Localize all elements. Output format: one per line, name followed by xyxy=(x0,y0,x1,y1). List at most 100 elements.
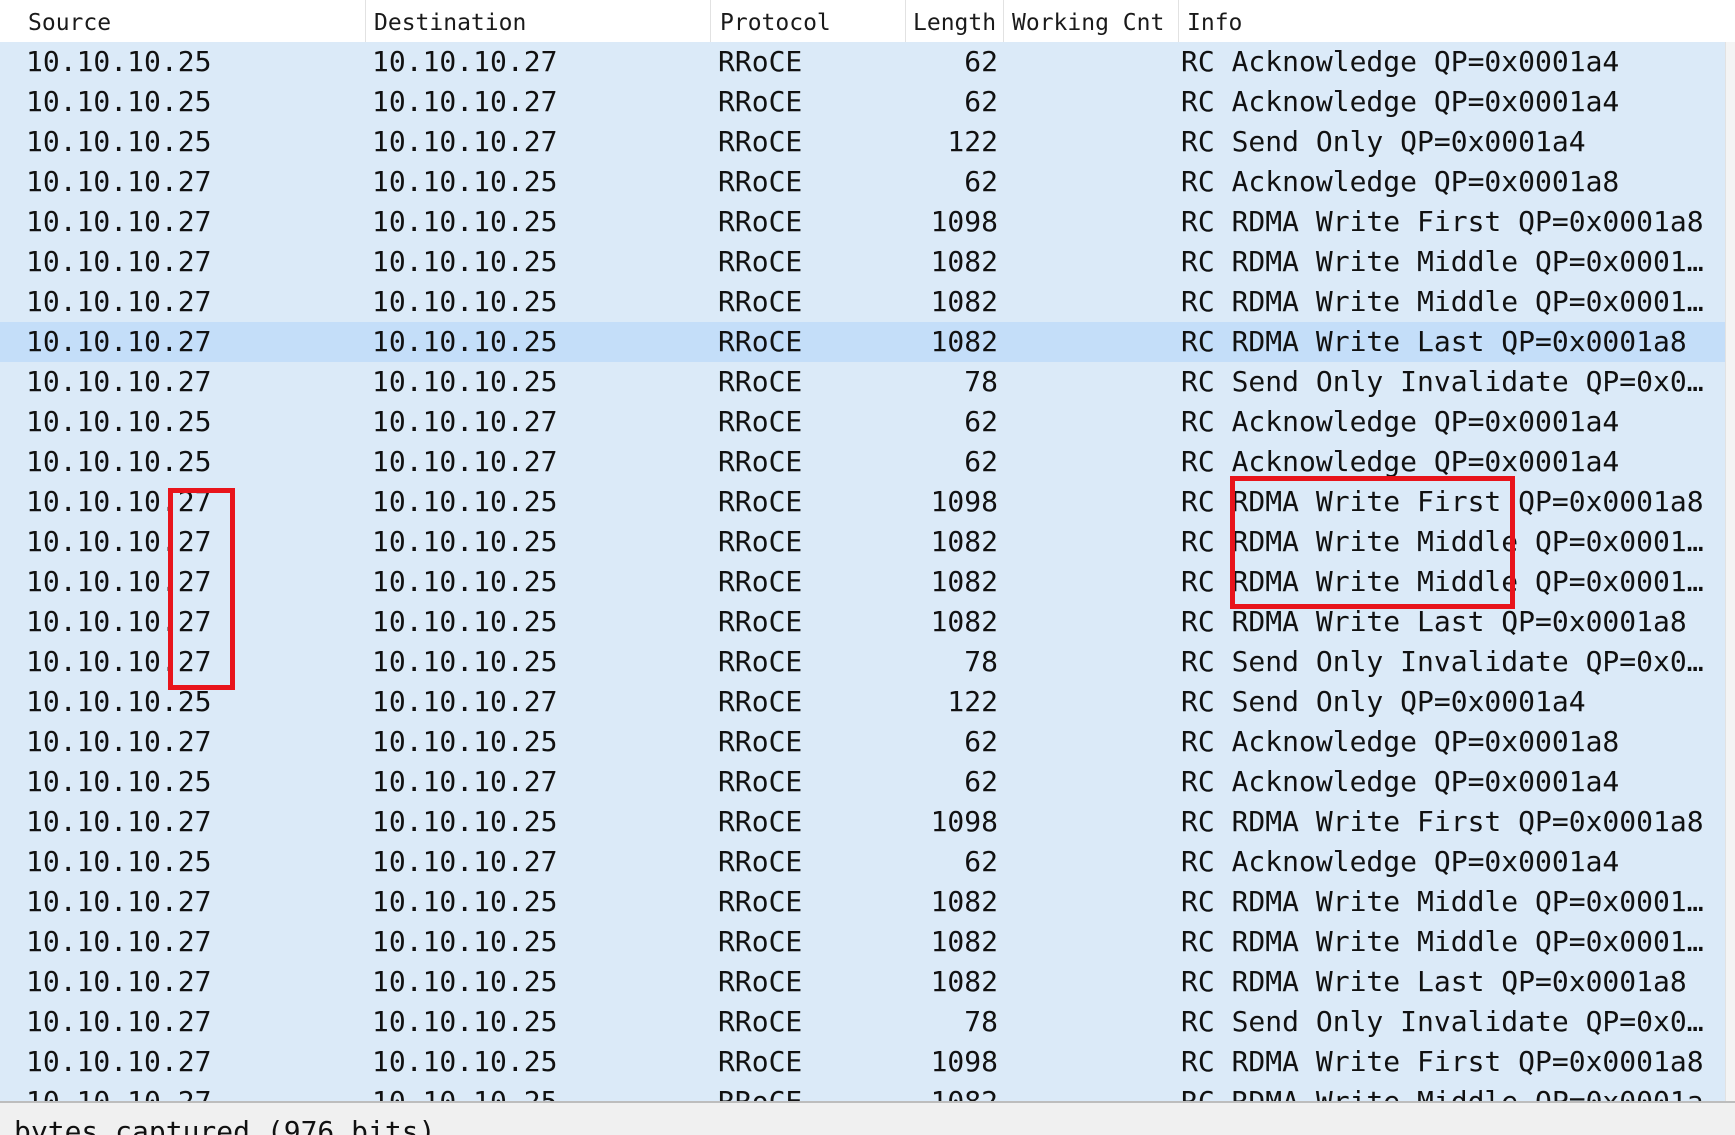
column-header-destination[interactable]: Destination xyxy=(374,0,526,42)
column-header-info[interactable]: Info xyxy=(1187,0,1242,42)
packet-protocol: RRoCE xyxy=(718,1045,803,1078)
packet-length: 1098 xyxy=(930,1045,998,1078)
column-divider[interactable] xyxy=(905,0,906,42)
packet-row[interactable]: 10.10.10.27 10.10.10.25 RRoCE 62 RC Acknowle… xyxy=(0,162,1725,202)
packet-destination: 10.10.10.25 xyxy=(372,325,558,358)
packet-length: 1082 xyxy=(880,1082,998,1101)
packet-row[interactable]: 10.10.10.27 10.10.10.25 RRoCE 78 RC Send Onl… xyxy=(0,642,1725,682)
column-header-protocol[interactable]: Protocol xyxy=(720,0,831,42)
packet-row[interactable]: 10.10.10.27 10.10.10.25 RRoCE 1098 RC RDMA W… xyxy=(0,1042,1725,1082)
column-header-source[interactable]: Source xyxy=(28,0,111,42)
packet-row[interactable]: 10.10.10.27 10.10.10.25 RRoCE 1098 RC RDMA W… xyxy=(0,202,1725,242)
packet-source: 10.10.10.27 xyxy=(26,1082,346,1101)
packet-protocol: RRoCE xyxy=(718,765,803,798)
packet-row[interactable]: 10.10.10.2710.10.10.25RRoCE1082RC RDMA W… xyxy=(0,962,1725,1002)
packet-destination: 10.10.10.25 xyxy=(372,525,558,558)
column-header-length[interactable]: Length xyxy=(913,0,996,42)
packet-destination: 10.10.10.25 xyxy=(372,165,558,198)
packet-length: 62 xyxy=(964,405,998,438)
packet-length: 1082 xyxy=(930,325,998,358)
status-bar-text: bytes captured (976 bits) xyxy=(14,1115,436,1135)
packet-row[interactable]: 10.10.10.25 10.10.10.27 RRoCE 62 RC Acknowle… xyxy=(0,762,1725,802)
packet-length: 1098 xyxy=(930,805,998,838)
packet-info: RC RDMA Write Last QP=0x0001a8 xyxy=(1181,965,1687,998)
packet-length: 1082 xyxy=(930,885,998,918)
column-divider[interactable] xyxy=(365,0,366,42)
packet-protocol: RRoCE xyxy=(718,85,803,118)
packet-row[interactable]: 10.10.10.2710.10.10.25RRoCE1082RC RDMA W… xyxy=(0,922,1725,962)
packet-protocol: RRoCE xyxy=(718,205,803,238)
packet-source: 10.10.10.25 xyxy=(26,125,212,158)
packet-info: RC Acknowledge QP=0x0001a8 xyxy=(1181,165,1620,198)
packet-row[interactable]: 10.10.10.2710.10.10.25RRoCE1082RC RDMA W… xyxy=(0,882,1725,922)
packet-source: 10.10.10.27 xyxy=(26,925,212,958)
packet-destination: 10.10.10.25 xyxy=(372,1005,558,1038)
packet-source: 10.10.10.27 xyxy=(26,245,212,278)
packet-destination: 10.10.10.27 xyxy=(372,765,558,798)
packet-info: RC Acknowledge QP=0x0001a4 xyxy=(1181,845,1620,878)
packet-destination: 10.10.10.25 xyxy=(372,925,558,958)
packet-row[interactable]: 10.10.10.25 10.10.10.27 RRoCE 122 RC Send On… xyxy=(0,682,1725,722)
packet-info: RC RDMA Write Middle QP=0x0001a… xyxy=(1181,885,1711,918)
packet-source: 10.10.10.27 xyxy=(26,325,212,358)
packet-row[interactable]: 10.10.10.25 10.10.10.27 RRoCE 62 RC Acknowle… xyxy=(0,42,1725,82)
packet-protocol: RRoCE xyxy=(718,725,803,758)
packet-destination: 10.10.10.27 xyxy=(372,85,558,118)
packet-protocol: RRoCE xyxy=(718,685,803,718)
packet-destination: 10.10.10.25 xyxy=(372,205,558,238)
packet-destination: 10.10.10.25 xyxy=(372,485,558,518)
vertical-scrollbar[interactable] xyxy=(1725,42,1735,1101)
packet-row[interactable]: 10.10.10.27 10.10.10.25 RRoCE 62 RC Acknowle… xyxy=(0,722,1725,762)
packet-destination: 10.10.10.25 xyxy=(372,885,558,918)
packet-destination: 10.10.10.25 xyxy=(372,365,558,398)
packet-row[interactable]: 10.10.10.2710.10.10.25RRoCE1082RC RDMA W… xyxy=(0,282,1725,322)
packet-protocol: RRoCE xyxy=(718,45,803,78)
packet-source: 10.10.10.25 xyxy=(26,85,212,118)
packet-row[interactable]: 10.10.10.2710.10.10.25RRoCE1082RC RDMA W… xyxy=(0,322,1725,362)
packet-destination: 10.10.10.25 xyxy=(372,565,558,598)
packet-destination: 10.10.10.27 xyxy=(372,45,558,78)
packet-destination: 10.10.10.25 xyxy=(372,725,558,758)
packet-info: RC RDMA Write Middle QP=0x0001a… xyxy=(1181,925,1711,958)
packet-info: RC RDMA Write First QP=0x0001a8 xyxy=(1181,205,1704,238)
packet-destination: 10.10.10.25 xyxy=(372,1082,692,1101)
packet-row[interactable]: 10.10.10.27 10.10.10.25 RRoCE 78 RC Send Onl… xyxy=(0,1002,1725,1042)
column-divider[interactable] xyxy=(1003,0,1004,42)
packet-length: 122 xyxy=(947,685,998,718)
packet-protocol: RRoCE xyxy=(718,285,803,318)
packet-length: 1082 xyxy=(930,605,998,638)
annotation-box-rdma-write xyxy=(1230,476,1515,609)
packet-source: 10.10.10.27 xyxy=(26,965,212,998)
column-header-working-cnt[interactable]: Working Cnt xyxy=(1012,0,1164,42)
packet-protocol: RRoCE xyxy=(718,565,803,598)
packet-list-header: Source Destination Protocol Length Worki… xyxy=(0,0,1725,43)
column-divider[interactable] xyxy=(1178,0,1179,42)
packet-info: RC Acknowledge QP=0x0001a4 xyxy=(1181,85,1620,118)
packet-row[interactable]: 10.10.10.25 10.10.10.27 RRoCE 122 RC Send On… xyxy=(0,122,1725,162)
packet-row[interactable]: 10.10.10.25 10.10.10.27 RRoCE 62 RC Acknowle… xyxy=(0,402,1725,442)
packet-row[interactable]: 10.10.10.27 10.10.10.25 RRoCE 1098 RC RDMA W… xyxy=(0,802,1725,842)
packet-source: 10.10.10.27 xyxy=(26,885,212,918)
packet-length: 62 xyxy=(964,725,998,758)
packet-info: RC Send Only QP=0x0001a4 xyxy=(1181,685,1586,718)
packet-info: RC Send Only Invalidate QP=0x00… xyxy=(1181,365,1711,398)
packet-row[interactable]: 10.10.10.25 10.10.10.27 RRoCE 62 RC Acknowle… xyxy=(0,82,1725,122)
packet-length: 1082 xyxy=(930,245,998,278)
packet-length: 62 xyxy=(964,85,998,118)
packet-source: 10.10.10.25 xyxy=(26,765,212,798)
packet-info: RC Acknowledge QP=0x0001a4 xyxy=(1181,765,1620,798)
column-divider[interactable] xyxy=(710,0,711,42)
packet-destination: 10.10.10.25 xyxy=(372,805,558,838)
packet-source: 10.10.10.27 xyxy=(26,205,212,238)
packet-source: 10.10.10.27 xyxy=(26,1005,212,1038)
packet-protocol: RRoCE xyxy=(718,845,803,878)
packet-source: 10.10.10.27 xyxy=(26,805,212,838)
packet-protocol: RRoCE xyxy=(718,965,803,998)
packet-source: 10.10.10.27 xyxy=(26,725,212,758)
packet-protocol: RRoCE xyxy=(718,605,803,638)
packet-row[interactable]: 10.10.10.2710.10.10.25RRoCE1082RC RDMA W… xyxy=(0,242,1725,282)
packet-row[interactable]: 10.10.10.27 10.10.10.25 RRoCE 78 RC Send Onl… xyxy=(0,362,1725,402)
packet-info: RC Acknowledge QP=0x0001a4 xyxy=(1181,45,1620,78)
packet-row[interactable]: 10.10.10.2710.10.10.25RRoCE1082RC RDMA W… xyxy=(0,1082,1725,1101)
packet-row[interactable]: 10.10.10.25 10.10.10.27 RRoCE 62 RC Acknowle… xyxy=(0,842,1725,882)
